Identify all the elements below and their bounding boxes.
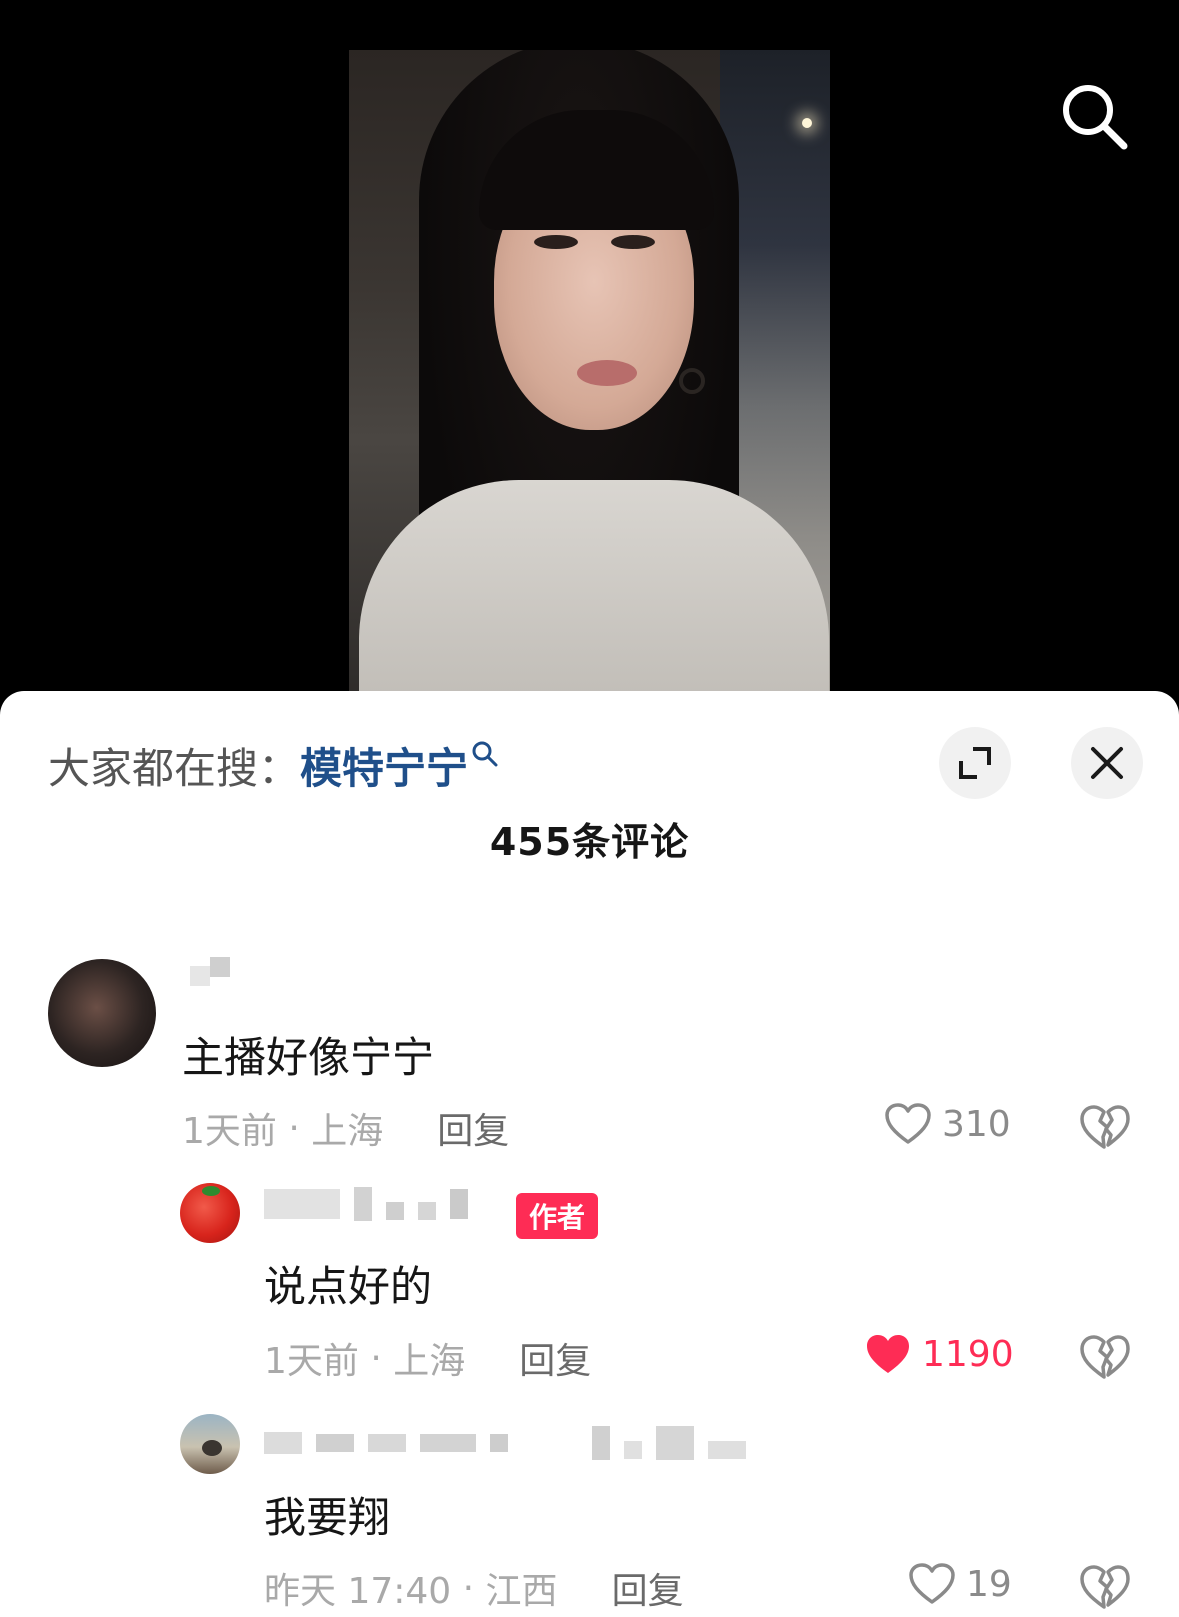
like-button[interactable]: 310 <box>884 1102 1011 1146</box>
close-icon <box>1091 747 1123 779</box>
avatar[interactable] <box>180 1183 240 1243</box>
like-button[interactable]: 19 <box>908 1562 1012 1606</box>
reply-button[interactable]: 回复 <box>612 1562 684 1614</box>
comment-text: 我要翔 <box>264 1493 391 1542</box>
comment-meta: 1天前 · 上海 回复 <box>182 1102 509 1154</box>
username-obscured[interactable] <box>264 1426 746 1460</box>
hot-search-bar[interactable]: 大家都在搜： 模特宁宁 <box>48 735 500 795</box>
dislike-icon[interactable] <box>1078 1561 1130 1613</box>
video-frame <box>349 50 830 700</box>
author-badge: 作者 <box>516 1193 599 1239</box>
close-button[interactable] <box>1071 727 1143 799</box>
comment-location: 上海 <box>393 1341 466 1382</box>
comment-time: 1天前 <box>182 1111 277 1152</box>
like-count: 19 <box>966 1563 1012 1605</box>
video-player[interactable] <box>0 0 1179 700</box>
magnifier-small-icon <box>472 741 498 767</box>
comment-text: 说点好的 <box>264 1262 433 1311</box>
expand-button[interactable] <box>939 727 1011 799</box>
avatar[interactable] <box>48 959 156 1067</box>
reply-button[interactable]: 回复 <box>437 1102 509 1154</box>
comment-text: 主播好像宁宁 <box>182 1033 435 1082</box>
expand-icon <box>959 747 991 779</box>
username-obscured[interactable] <box>190 957 230 993</box>
comment-location: 江西 <box>485 1571 558 1612</box>
hot-search-prefix: 大家都在搜： <box>48 743 301 793</box>
heart-icon <box>909 1563 955 1604</box>
like-count: 310 <box>942 1103 1011 1145</box>
comment-location: 上海 <box>311 1111 384 1152</box>
heart-icon <box>885 1103 931 1144</box>
comment-meta: 1天前 · 上海 回复 <box>264 1332 591 1384</box>
like-count: 1190 <box>922 1333 1014 1375</box>
dislike-icon[interactable] <box>1078 1331 1130 1383</box>
search-button[interactable] <box>1060 82 1130 152</box>
comment-time: 1天前 <box>264 1341 359 1382</box>
comment-meta: 昨天 17:40 · 江西 回复 <box>264 1562 684 1614</box>
search-icon <box>1063 85 1128 150</box>
heart-filled-icon <box>867 1335 909 1373</box>
username-obscured[interactable] <box>264 1187 468 1221</box>
like-button[interactable]: 1190 <box>864 1332 1014 1376</box>
reply-button[interactable]: 回复 <box>519 1332 591 1384</box>
dislike-icon[interactable] <box>1078 1101 1130 1153</box>
avatar[interactable] <box>180 1414 240 1474</box>
comment-time: 昨天 17:40 <box>264 1571 452 1612</box>
hot-search-keyword[interactable]: 模特宁宁 <box>300 735 468 796</box>
comment-count-title: 455条评论 <box>489 820 690 864</box>
comment-sheet: 大家都在搜： 模特宁宁 455条评论 主播好像宁宁 1天前 · 上海 回复 31… <box>0 691 1179 1617</box>
